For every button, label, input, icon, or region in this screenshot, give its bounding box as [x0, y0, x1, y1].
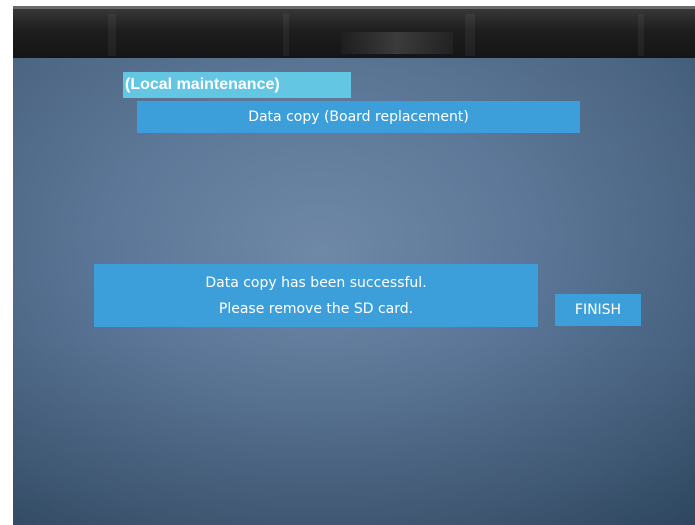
bezel-reflection	[465, 14, 475, 56]
bezel-reflection	[108, 14, 116, 56]
bezel-reflection	[283, 14, 289, 56]
finish-button[interactable]: FINISH	[555, 294, 641, 326]
status-message-box: Data copy has been successful. Please re…	[94, 264, 538, 327]
instruction-message-line: Please remove the SD card.	[218, 300, 414, 317]
monitor-screen: (Local maintenance) Data copy (Board rep…	[13, 58, 695, 525]
bezel-reflection	[638, 14, 644, 56]
monitor-bezel	[13, 6, 695, 60]
photo-margin	[0, 6, 13, 525]
page-title: Data copy (Board replacement)	[137, 101, 580, 133]
photo-frame: (Local maintenance) Data copy (Board rep…	[0, 0, 695, 525]
monitor-logo	[341, 32, 453, 54]
status-message-line: Data copy has been successful.	[205, 274, 427, 291]
section-label: (Local maintenance)	[123, 72, 351, 98]
